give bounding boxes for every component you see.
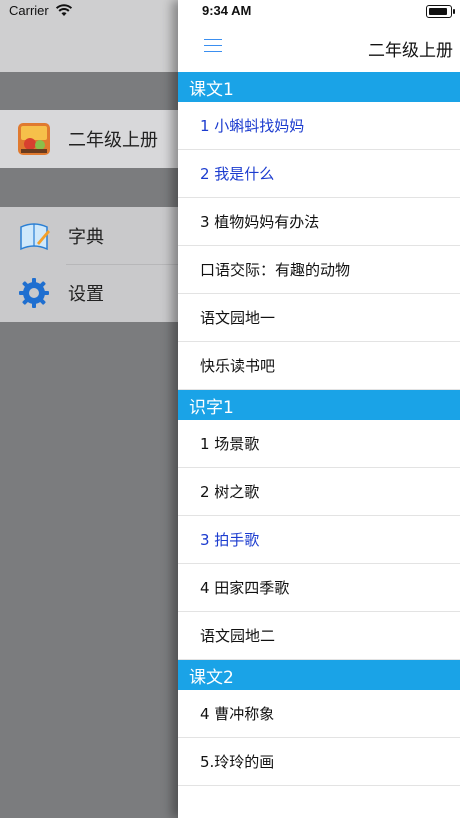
lesson-item[interactable]: 语文园地一 [178,294,460,342]
lesson-item[interactable]: 快乐读书吧 [178,342,460,390]
menu-item-settings[interactable]: 设置 [0,264,178,321]
menu-item-book[interactable]: 二年级上册 [0,110,178,168]
nav-bar: 二年级上册 [178,22,460,72]
battery-icon [426,5,455,18]
section-header: 课文1 [178,72,460,102]
menu-item-settings-label: 设置 [68,283,104,305]
lesson-item[interactable]: 4 曹冲称象 [178,690,460,738]
side-menu: Carrier 二年级上册 字典 设置 [0,0,178,818]
status-time: 9:34 AM [202,3,252,18]
book-cover-icon [18,123,50,155]
lesson-item[interactable]: 4 田家四季歌 [178,564,460,612]
lesson-panel: 9:34 AM 二年级上册 课文1 1 小蝌蚪找妈妈 2 我是什么 3 植物妈妈… [178,0,460,818]
lesson-item[interactable]: 3 植物妈妈有办法 [178,198,460,246]
status-bar: 9:34 AM [178,0,460,22]
lesson-item[interactable]: 2 树之歌 [178,468,460,516]
lesson-item[interactable]: 语文园地二 [178,612,460,660]
wifi-icon [55,4,73,16]
lesson-list: 课文1 1 小蝌蚪找妈妈 2 我是什么 3 植物妈妈有办法 口语交际：有趣的动物… [178,72,460,786]
gear-icon [19,277,49,308]
lesson-item[interactable]: 3 拍手歌 [178,516,460,564]
lesson-item[interactable]: 5.玲玲的画 [178,738,460,786]
section-header: 课文2 [178,660,460,690]
menu-item-dictionary-label: 字典 [68,226,104,248]
hamburger-menu-icon[interactable] [204,39,222,53]
menu-item-dictionary[interactable]: 字典 [0,207,178,264]
lesson-item[interactable]: 1 小蝌蚪找妈妈 [178,102,460,150]
lesson-item[interactable]: 口语交际：有趣的动物 [178,246,460,294]
left-status-area: Carrier [0,0,178,72]
section-header: 识字1 [178,390,460,420]
carrier-label: Carrier [9,3,49,18]
page-title: 二年级上册 [368,41,453,61]
menu-item-book-label: 二年级上册 [68,130,158,151]
lesson-item[interactable]: 1 场景歌 [178,420,460,468]
dictionary-icon [20,222,50,250]
menu-group: 字典 设置 [0,207,178,322]
lesson-item[interactable]: 2 我是什么 [178,150,460,198]
